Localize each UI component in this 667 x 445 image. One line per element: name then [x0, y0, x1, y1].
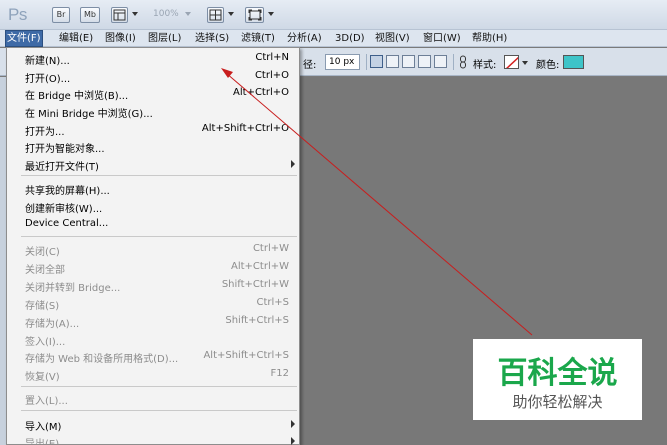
watermark-subtitle: 助你轻松解决: [512, 393, 603, 411]
watermark-title: 百科全说: [497, 356, 618, 391]
watermark-badge: 百科全说 助你轻松解决: [473, 339, 642, 420]
